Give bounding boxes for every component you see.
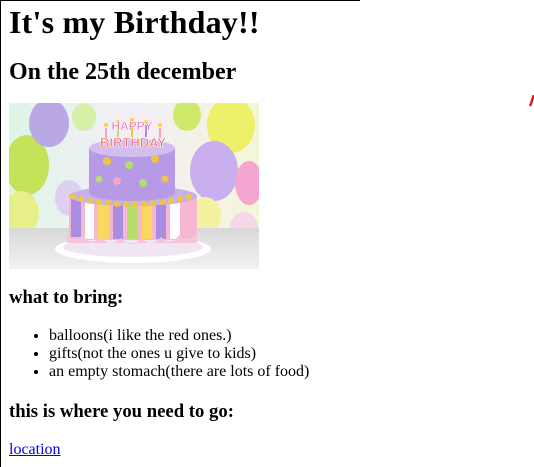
page-title: It's my Birthday!! [9,4,260,40]
cake-topper-birthday: BIRTHDAY [100,135,166,150]
bring-item-gifts: gifts(not the ones u give to kids) [49,345,519,363]
birthday-cake-image: HAPPY BIRTHDAY [9,103,259,269]
go-heading: this is where you need to go: [9,401,234,422]
left-border-line [0,0,1,467]
bring-heading: what to bring: [9,287,124,308]
bring-item-balloons: balloons(i like the red ones.) [49,327,519,345]
red-mark-stroke [529,95,534,107]
page-subtitle: On the 25th december [9,59,237,85]
location-link[interactable]: location [9,441,61,459]
page-content: It's my Birthday!! On the 25th december [9,0,519,459]
bring-item-stomach: an empty stomach(there are lots of food) [49,363,519,381]
bring-list: balloons(i like the red ones.) gifts(not… [9,327,519,381]
cake-topper-happy: HAPPY [111,119,152,133]
